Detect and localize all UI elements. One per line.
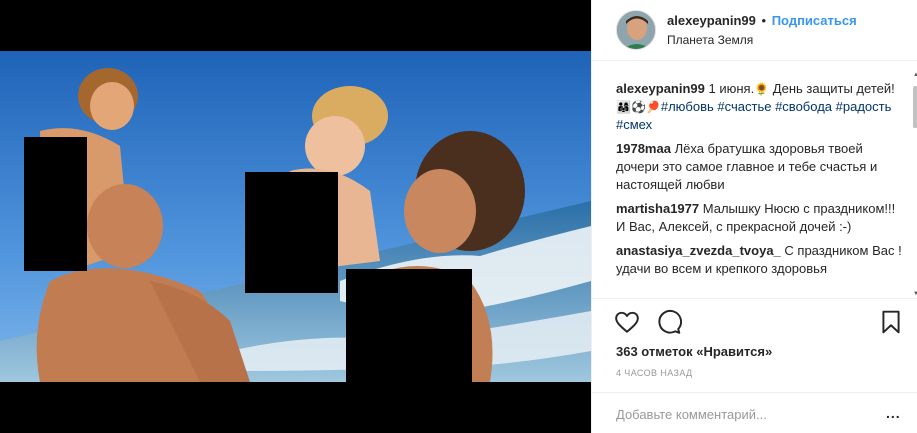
hashtag-link[interactable]: #свобода (775, 99, 832, 114)
post-header: alexeypanin99 • Подписаться Планета Земл… (592, 0, 917, 61)
caption-text-date: 1 июня. (708, 81, 755, 96)
comment-username-link[interactable]: anastasiya_zvezda_tvoya_ (616, 243, 781, 258)
scroll-down-arrow-icon[interactable]: ▼ (913, 291, 917, 297)
comment-username-link[interactable]: 1978maa (616, 141, 671, 156)
family-emoji-icon: 👨‍👩‍👧 (616, 100, 631, 114)
hashtag-link[interactable]: #смех (616, 117, 652, 132)
location-link[interactable]: Планета Земля (667, 33, 753, 47)
censor-box-3 (346, 269, 472, 382)
bookmark-icon[interactable] (878, 309, 904, 335)
caption: alexeypanin99 1 июня.🌻 День защиты детей… (616, 80, 902, 134)
comments-list[interactable]: alexeypanin99 1 июня.🌻 День защиты детей… (616, 80, 902, 298)
instagram-post-page: alexeypanin99 • Подписаться Планета Земл… (0, 0, 917, 433)
avatar[interactable] (616, 10, 656, 50)
comment-item: 1978maa Лёха братушка здоровья твоей доч… (616, 140, 902, 194)
header-username-link[interactable]: alexeypanin99 (667, 13, 756, 28)
post-media[interactable] (0, 0, 591, 433)
scroll-up-arrow-icon[interactable]: ▲ (913, 72, 917, 78)
sunflower-emoji-icon: 🌻 (754, 82, 770, 96)
heart-icon[interactable] (614, 309, 640, 335)
comment-item: anastasiya_zvezda_tvoya_ С праздником Ва… (616, 242, 902, 278)
hashtag-link[interactable]: #счастье (717, 99, 771, 114)
comment-username-link[interactable]: martisha1977 (616, 201, 699, 216)
follow-button[interactable]: Подписаться (772, 13, 857, 28)
caption-username-link[interactable]: alexeypanin99 (616, 81, 705, 96)
post-actions-bar (592, 298, 917, 344)
comment-icon[interactable] (656, 309, 682, 335)
caption-text-main: День защиты детей! (772, 81, 895, 96)
censor-box-2 (245, 172, 338, 293)
ping-pong-emoji-icon: 🏓 (645, 100, 661, 114)
comment-input[interactable] (616, 404, 876, 424)
comments-scrollbar[interactable]: ▲ ▼ (913, 72, 917, 297)
hashtag-link[interactable]: #радость (836, 99, 892, 114)
post-side-panel: alexeypanin99 • Подписаться Планета Земл… (591, 0, 917, 433)
likes-count[interactable]: 363 отметок «Нравится» (616, 344, 772, 359)
comment-item: martisha1977 Малышку Нюсю с праздником!!… (616, 200, 902, 236)
separator-dot: • (761, 13, 767, 28)
add-comment-section: ... (592, 392, 917, 433)
more-options-button[interactable]: ... (886, 405, 901, 421)
post-photo[interactable] (0, 51, 591, 382)
post-timestamp[interactable]: 4 ЧАСОВ НАЗАД (616, 368, 693, 378)
soccer-ball-emoji-icon: ⚽ (630, 100, 646, 114)
hashtag-link[interactable]: #любовь (661, 99, 714, 114)
header-user-line: alexeypanin99 • Подписаться (667, 13, 857, 28)
avatar-image (617, 11, 655, 49)
scrollbar-thumb[interactable] (913, 86, 917, 128)
censor-box-1 (24, 137, 87, 271)
